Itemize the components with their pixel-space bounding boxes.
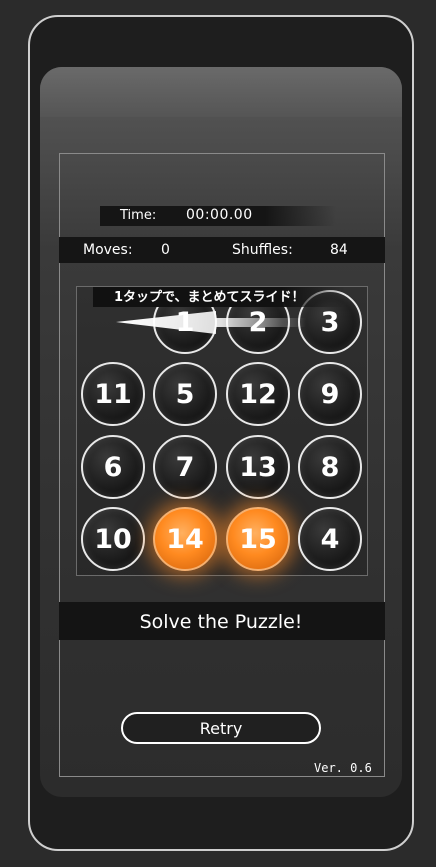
shuffles-label: Shuffles:: [232, 242, 293, 258]
tile-14[interactable]: 14: [153, 507, 217, 571]
tile-7[interactable]: 7: [153, 435, 217, 499]
tile-12[interactable]: 12: [226, 362, 290, 426]
slide-arrow-icon: [116, 311, 306, 334]
tile-13[interactable]: 13: [226, 435, 290, 499]
retry-button[interactable]: Retry: [121, 712, 321, 744]
tile-6[interactable]: 6: [81, 435, 145, 499]
tile-9[interactable]: 9: [298, 362, 362, 426]
time-value: 00:00.00: [186, 207, 253, 223]
tile-15[interactable]: 15: [226, 507, 290, 571]
tile-10[interactable]: 10: [81, 507, 145, 571]
hint-text: 1タップで、まとめてスライド！: [114, 290, 305, 305]
tile-8[interactable]: 8: [298, 435, 362, 499]
moves-value: 0: [161, 242, 170, 258]
tile-5[interactable]: 5: [153, 362, 217, 426]
status-text: Solve the Puzzle!: [139, 611, 303, 633]
tile-4[interactable]: 4: [298, 507, 362, 571]
version-label: Ver. 0.6: [314, 761, 372, 775]
shuffles-value: 84: [330, 242, 348, 258]
tile-11[interactable]: 11: [81, 362, 145, 426]
moves-label: Moves:: [83, 242, 133, 258]
time-label: Time:: [120, 208, 157, 223]
